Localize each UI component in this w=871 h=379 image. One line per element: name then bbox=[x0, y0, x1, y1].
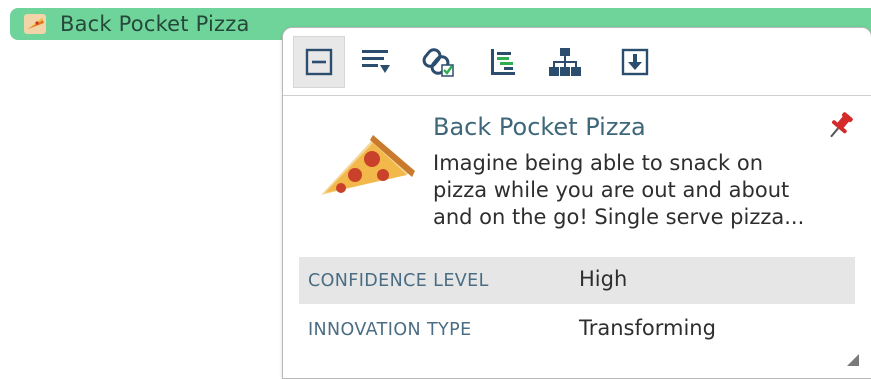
resize-grip-icon[interactable] bbox=[847, 354, 859, 366]
idea-title[interactable]: Back Pocket Pizza bbox=[433, 112, 646, 142]
link-check-button[interactable] bbox=[413, 36, 465, 88]
description-line: pizza while you are out and about bbox=[433, 178, 790, 202]
description-line: Imagine being able to snack on bbox=[433, 151, 764, 175]
property-label: INNOVATION TYPE bbox=[308, 320, 472, 340]
download-icon bbox=[621, 48, 649, 76]
description-line: and on the go! Single serve pizza... bbox=[433, 205, 805, 229]
filter-list-button[interactable] bbox=[351, 36, 403, 88]
property-row-confidence: CONFIDENCE LEVEL High bbox=[299, 257, 855, 304]
download-button[interactable] bbox=[609, 36, 661, 88]
popup-toolbar bbox=[283, 28, 871, 96]
hierarchy-icon bbox=[549, 48, 581, 76]
property-value[interactable]: Transforming bbox=[579, 316, 716, 340]
collapse-icon bbox=[305, 48, 333, 76]
link-check-icon bbox=[422, 48, 454, 77]
topic-title[interactable]: Back Pocket Pizza bbox=[60, 12, 250, 36]
property-label: CONFIDENCE LEVEL bbox=[308, 271, 489, 291]
property-value[interactable]: High bbox=[579, 267, 627, 291]
collapse-button[interactable] bbox=[293, 36, 345, 88]
pin-icon[interactable] bbox=[823, 109, 857, 143]
pizza-slice-icon bbox=[24, 14, 46, 34]
idea-description: Imagine being able to snack on pizza whi… bbox=[433, 150, 833, 231]
hierarchy-button[interactable] bbox=[539, 36, 591, 88]
property-row-innovation-type: INNOVATION TYPE Transforming bbox=[299, 306, 855, 353]
gantt-list-icon bbox=[491, 49, 515, 75]
pizza-slice-image bbox=[321, 135, 415, 195]
idea-popup-card: Back Pocket Pizza Imagine being able to … bbox=[282, 27, 871, 379]
gantt-list-button[interactable] bbox=[477, 36, 529, 88]
filter-list-icon bbox=[362, 50, 390, 73]
